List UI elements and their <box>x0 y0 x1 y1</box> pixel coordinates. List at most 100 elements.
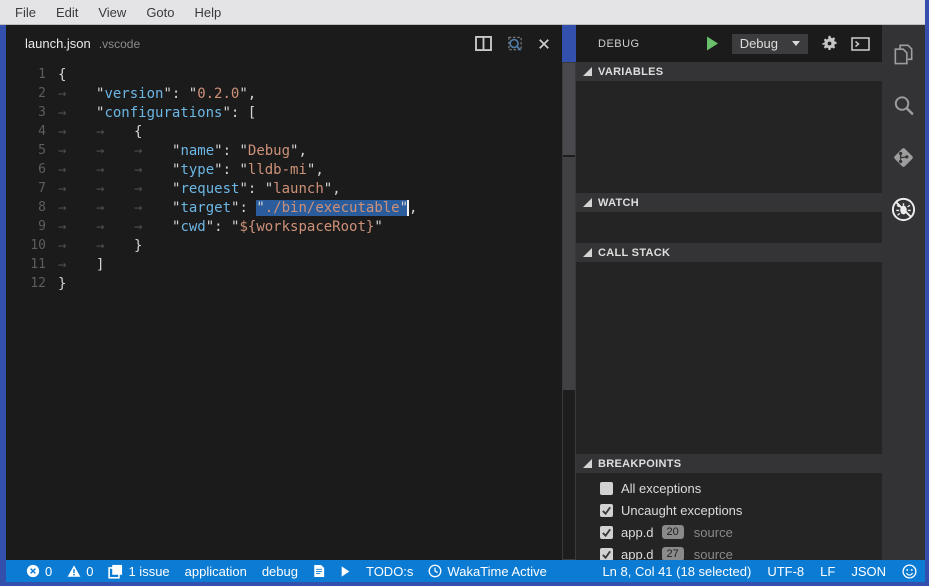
tab-launch-json[interactable]: launch.json .vscode <box>25 36 140 51</box>
code-token: , <box>315 162 323 178</box>
status-json[interactable]: JSON <box>851 564 886 579</box>
start-debug-icon[interactable] <box>706 36 719 51</box>
status-text: debug <box>262 564 298 579</box>
breakpoint-checkbox[interactable] <box>600 548 613 561</box>
tab-file-name: launch.json <box>25 36 91 51</box>
scrollbar-thumb[interactable] <box>563 63 575 155</box>
activity-debug[interactable] <box>890 196 917 223</box>
status-0[interactable]: 0 <box>26 564 52 579</box>
code-token: " <box>374 219 382 235</box>
code-line[interactable]: 2→"version": "0.2.0", <box>6 84 562 103</box>
code-line[interactable]: 1{ <box>6 65 562 84</box>
activity-search[interactable] <box>890 92 917 119</box>
editor-scrollbar[interactable] <box>562 62 576 560</box>
code-line[interactable]: 4→→{ <box>6 122 562 141</box>
code-token: } <box>134 238 142 254</box>
code-line[interactable]: 9→→→"cwd": "${workspaceRoot}" <box>6 217 562 236</box>
code-line[interactable]: 3 →"configurations": [ <box>6 103 562 122</box>
line-number[interactable]: 10 <box>6 238 46 253</box>
status-utf-8[interactable]: UTF-8 <box>767 564 804 579</box>
status-wakatime-active[interactable]: WakaTime Active <box>428 564 546 579</box>
line-number[interactable]: 7 <box>6 181 46 196</box>
code-line[interactable]: 8→→→"target": "./bin/executable", <box>6 198 562 217</box>
open-preview-icon[interactable] <box>506 36 524 52</box>
line-number[interactable]: 4 <box>6 124 46 139</box>
line-number[interactable]: 11 <box>6 257 46 272</box>
line-content: →"configurations": [ <box>58 105 256 121</box>
line-number[interactable]: 9 <box>6 219 46 234</box>
collapse-triangle-icon <box>583 198 592 207</box>
scrollbar-thumb[interactable] <box>563 157 575 390</box>
tab-whitespace-marker: → <box>58 238 96 254</box>
breakpoint-checkbox[interactable] <box>600 504 613 517</box>
line-number[interactable]: 3 <box>6 105 46 120</box>
status-file-icon[interactable] <box>313 564 325 578</box>
menu-edit[interactable]: Edit <box>46 5 88 20</box>
code-line[interactable]: 6→→→"type": "lldb-mi", <box>6 160 562 179</box>
debug-configuration-dropdown[interactable]: Debug <box>732 34 808 54</box>
breakpoint-row[interactable]: Uncaught exceptions <box>576 499 882 521</box>
tab-whitespace-marker: → <box>58 181 96 197</box>
breakpoints-header[interactable]: BREAKPOINTS <box>576 454 882 473</box>
breakpoint-row[interactable]: All exceptions <box>576 477 882 499</box>
call-stack-header[interactable]: CALL STACK <box>576 243 882 262</box>
code-line[interactable]: 11→] <box>6 255 562 274</box>
code-line[interactable]: 5 →→→"name": "Debug", <box>6 141 562 160</box>
code-token: , <box>298 143 306 159</box>
debug-console-icon[interactable] <box>851 37 870 51</box>
status-todo-s[interactable]: TODO:s <box>366 564 413 579</box>
status-smiley-icon[interactable] <box>902 564 917 579</box>
line-number-badge: 20 <box>662 525 684 539</box>
status-debug[interactable]: debug <box>262 564 298 579</box>
breakpoint-row[interactable]: app.d27source <box>576 543 882 560</box>
editor-group: launch.json .vscode 1{2→"version": "0.2.… <box>6 25 562 560</box>
gear-icon[interactable] <box>821 35 838 52</box>
line-content: { <box>58 67 66 83</box>
status-1-issue[interactable]: 1 issue <box>108 564 169 579</box>
close-icon[interactable] <box>538 38 550 50</box>
line-number[interactable]: 1 <box>6 67 46 82</box>
status-text: UTF-8 <box>767 564 804 579</box>
tab-whitespace-marker: → <box>134 143 172 159</box>
line-number[interactable]: 2 <box>6 86 46 101</box>
status-0[interactable]: 0 <box>67 564 93 579</box>
code-token: " <box>239 181 247 197</box>
code-line[interactable]: 12} <box>6 274 562 293</box>
code-line[interactable]: 7→→→"request": "launch", <box>6 179 562 198</box>
status-play-icon[interactable] <box>340 565 351 578</box>
menu-view[interactable]: View <box>88 5 136 20</box>
line-number[interactable]: 12 <box>6 276 46 291</box>
breakpoint-checkbox[interactable] <box>600 482 613 495</box>
selected-text: ./bin/executable <box>265 200 400 216</box>
status-application[interactable]: application <box>185 564 247 579</box>
status-text: WakaTime Active <box>447 564 546 579</box>
code-editor[interactable]: 1{2→"version": "0.2.0",3→"configurations… <box>6 62 562 560</box>
menu-help[interactable]: Help <box>185 5 232 20</box>
code-line[interactable]: 10→→} <box>6 236 562 255</box>
breakpoint-checkbox[interactable] <box>600 526 613 539</box>
code-token: " <box>206 219 214 235</box>
breakpoint-row[interactable]: app.d20source <box>576 521 882 543</box>
line-content: →→→"name": "Debug", <box>58 143 307 159</box>
error-icon <box>26 564 40 578</box>
status-lf[interactable]: LF <box>820 564 835 579</box>
line-number[interactable]: 8 <box>6 200 46 215</box>
menu-goto[interactable]: Goto <box>136 5 184 20</box>
menu-file[interactable]: File <box>5 5 46 20</box>
line-number[interactable]: 5 <box>6 143 46 158</box>
status-ln-8-col-41-18-selected[interactable]: Ln 8, Col 41 (18 selected) <box>602 564 751 579</box>
line-number[interactable]: 6 <box>6 162 46 177</box>
debug-configuration-label: Debug <box>740 36 778 51</box>
watch-header[interactable]: WATCH <box>576 193 882 212</box>
split-editor-icon[interactable] <box>475 36 492 51</box>
tab-folder-name: .vscode <box>99 37 140 51</box>
code-token: type <box>180 162 214 178</box>
activity-files[interactable] <box>890 40 917 67</box>
collapse-triangle-icon <box>583 248 592 257</box>
code-token: configurations <box>104 105 222 121</box>
collapse-triangle-icon <box>583 459 592 468</box>
activity-git[interactable] <box>890 144 917 171</box>
variables-header[interactable]: VARIABLES <box>576 62 882 81</box>
code-token: { <box>58 67 66 83</box>
code-token: ${workspaceRoot} <box>239 219 374 235</box>
